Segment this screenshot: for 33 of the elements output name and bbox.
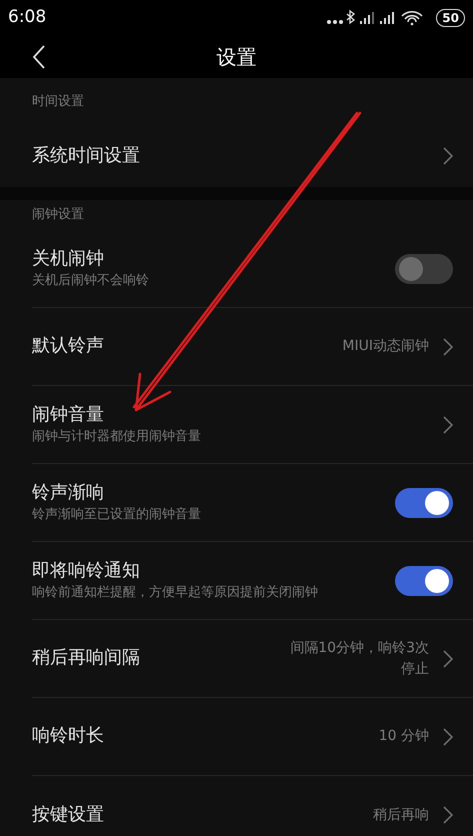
row-subtitle: 铃声渐响至已设置的闹钟音量 [32,507,202,524]
chevron-right-icon [443,147,453,165]
row-title[interactable]: 铃声渐响 [32,482,395,504]
chevron-right-icon [443,338,453,356]
toggle-switch[interactable] [395,488,453,518]
chevron-right-icon [443,728,453,746]
row-subtitle: 关机后闹钟不会响铃 [32,273,150,290]
row-title[interactable]: 稍后再响间隔 [32,647,290,670]
row-value: 稍后再响 [373,806,429,824]
row-value: 10 分钟 [378,727,429,746]
row-subtitle: 响铃前通知栏提醒，方便早起等原因提前关闭闹钟 [32,585,319,602]
row-title[interactable]: 默认铃声 [32,335,342,358]
page-title: 设置 [216,44,256,70]
row-title[interactable]: 响铃时长 [32,725,379,748]
row-title[interactable]: 系统时间设置 [32,144,443,168]
row-title[interactable]: 关机闹钟 [32,248,395,270]
row-value: 间隔10分钟，响铃3次 [290,638,429,658]
row-title[interactable]: 按键设置 [32,804,373,826]
chevron-right-icon [443,416,453,434]
chevron-right-icon [443,650,453,668]
chevron-right-icon [443,806,453,824]
row-value: MIUI动态闹钟 [342,337,429,356]
section-header: 闹钟设置 [32,206,84,224]
section-header: 时间设置 [32,92,84,111]
battery-indicator: 50 [436,8,465,26]
toggle-switch[interactable] [395,254,453,284]
status-time: 6:08 [8,6,46,29]
row-title[interactable]: 即将响铃通知 [32,560,395,582]
toggle-switch[interactable] [395,566,453,596]
back-icon[interactable] [32,44,46,68]
row-title[interactable]: 闹钟音量 [32,404,443,426]
row-subtitle: 闹钟与计时器都使用闹钟音量 [32,429,202,446]
row-value: 停止 [401,660,429,678]
